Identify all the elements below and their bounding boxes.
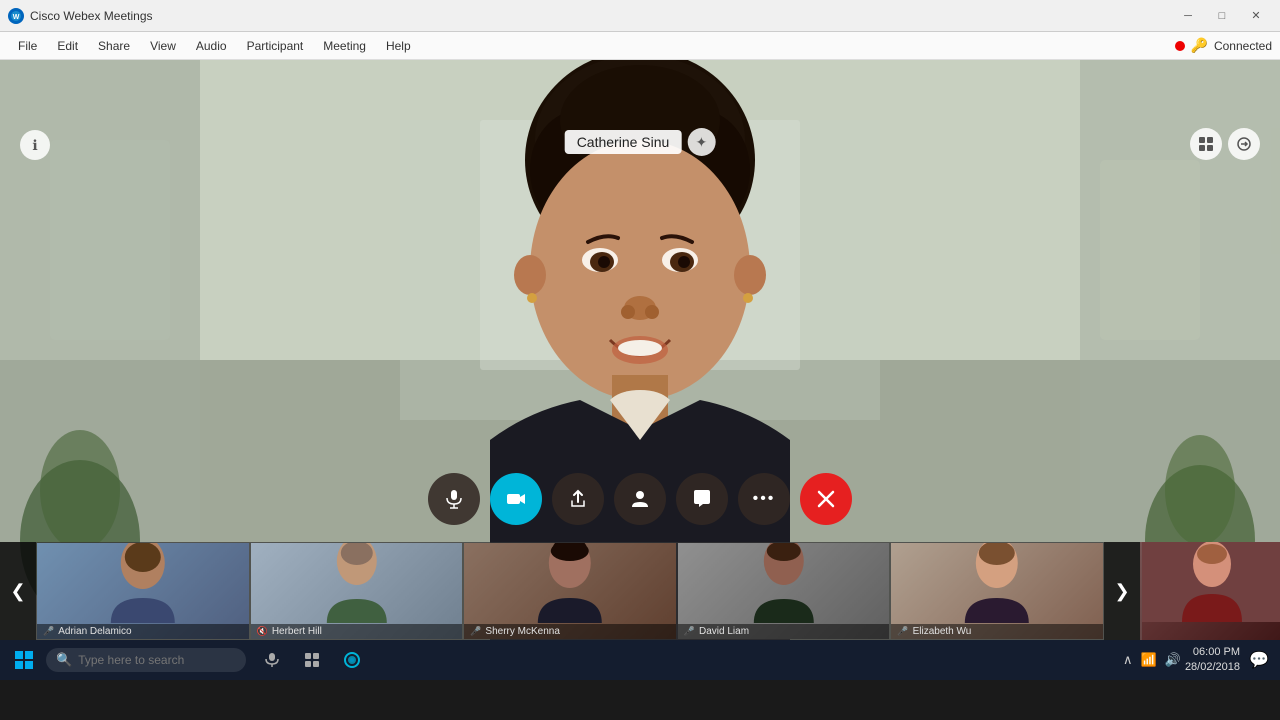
menu-edit[interactable]: Edit	[47, 35, 88, 57]
status-lock-icon: 🔑	[1191, 37, 1208, 54]
end-call-button[interactable]	[800, 473, 852, 525]
chat-button[interactable]	[676, 473, 728, 525]
mic-on-icon-4: 🎤	[684, 626, 695, 637]
layout-button[interactable]	[1190, 128, 1222, 160]
participant-name-5: Elizabeth Wu	[913, 626, 972, 637]
clock-time: 06:00 PM	[1185, 645, 1240, 660]
mic-on-icon-5: 🎤	[897, 626, 908, 637]
participant-name-1: Adrian Delamico	[58, 626, 131, 637]
participant-name-2: Herbert Hill	[272, 626, 322, 637]
video-button[interactable]	[490, 473, 542, 525]
menu-meeting[interactable]: Meeting	[313, 35, 376, 57]
participant-strip: ❮ 🎤 Adrian Delamico	[0, 542, 1280, 640]
titlebar: W Cisco Webex Meetings ─ □ ✕	[0, 0, 1280, 32]
next-participant-button[interactable]: ❯	[1104, 542, 1140, 640]
mic-muted-icon-2: 🔇	[257, 626, 268, 637]
top-right-controls	[1190, 128, 1260, 160]
participants-list: 🎤 Adrian Delamico 🔇 Herbert Hill	[36, 542, 1104, 640]
participant-name-bar-2: 🔇 Herbert Hill	[251, 624, 463, 639]
app-icon: W	[8, 8, 24, 24]
pin-icon: ✦	[695, 134, 707, 151]
tray-network-icon[interactable]: 📶	[1141, 652, 1157, 668]
maximize-button[interactable]: □	[1206, 5, 1238, 27]
menu-share[interactable]: Share	[88, 35, 140, 57]
start-button[interactable]	[6, 642, 42, 678]
mic-on-icon-1: 🎤	[43, 626, 54, 637]
main-video: ℹ Catherine Sinu ✦	[0, 60, 1280, 640]
menu-help[interactable]: Help	[376, 35, 421, 57]
menu-view[interactable]: View	[140, 35, 186, 57]
tray-volume-icon[interactable]: 🔊	[1165, 652, 1181, 668]
self-view	[1140, 542, 1280, 640]
participant-thumb-2[interactable]: 🔇 Herbert Hill	[250, 542, 464, 640]
info-button[interactable]: ℹ	[20, 130, 50, 160]
taskbar-windows-icon[interactable]	[294, 642, 330, 678]
share-button[interactable]	[552, 473, 604, 525]
participant-name-4: David Liam	[699, 626, 749, 637]
taskbar-icons	[254, 642, 370, 678]
menu-audio[interactable]: Audio	[186, 35, 237, 57]
participant-name-bar-3: 🎤 Sherry McKenna	[464, 624, 676, 639]
app-title: Cisco Webex Meetings	[30, 9, 1172, 23]
status-dot	[1175, 41, 1185, 51]
system-tray: ∧ 📶 🔊 06:00 PM 28/02/2018 💬	[1123, 642, 1274, 678]
taskbar: 🔍	[0, 640, 1280, 680]
taskbar-cortana-icon[interactable]	[334, 642, 370, 678]
swap-button[interactable]	[1228, 128, 1260, 160]
participant-thumb-1[interactable]: 🎤 Adrian Delamico	[36, 542, 250, 640]
info-icon: ℹ	[32, 137, 37, 154]
statusbar: 🔑 Connected	[1175, 37, 1272, 54]
tray-expand-icon[interactable]: ∧	[1123, 652, 1133, 668]
clock-date: 28/02/2018	[1185, 660, 1240, 675]
menu-participant[interactable]: Participant	[237, 35, 314, 57]
mute-button[interactable]	[428, 473, 480, 525]
participant-thumb-5[interactable]: 🎤 Elizabeth Wu	[890, 542, 1104, 640]
participant-name-bar-1: 🎤 Adrian Delamico	[37, 624, 249, 639]
close-button[interactable]: ✕	[1240, 5, 1272, 27]
participant-name-bar-4: 🎤 David Liam	[678, 624, 890, 639]
participant-thumb-3[interactable]: 🎤 Sherry McKenna	[463, 542, 677, 640]
more-button[interactable]: •••	[738, 473, 790, 525]
pin-speaker-button[interactable]: ✦	[687, 128, 715, 156]
speaker-name-tag: Catherine Sinu ✦	[565, 128, 716, 156]
participant-name-bar-5: 🎤 Elizabeth Wu	[891, 624, 1103, 639]
participant-thumb-4[interactable]: 🎤 David Liam	[677, 542, 891, 640]
minimize-button[interactable]: ─	[1172, 5, 1204, 27]
search-icon: 🔍	[56, 652, 72, 668]
svg-text:W: W	[13, 14, 20, 21]
prev-participant-button[interactable]: ❮	[0, 542, 36, 640]
taskbar-mic-icon[interactable]	[254, 642, 290, 678]
status-label: Connected	[1214, 39, 1272, 53]
speaker-name-label: Catherine Sinu	[565, 130, 682, 154]
menu-file[interactable]: File	[8, 35, 47, 57]
clock[interactable]: 06:00 PM 28/02/2018	[1185, 645, 1240, 676]
participants-button[interactable]	[614, 473, 666, 525]
search-bar[interactable]: 🔍	[46, 648, 246, 672]
meeting-controls: •••	[428, 473, 852, 525]
notification-button[interactable]: 💬	[1244, 642, 1274, 678]
mic-on-icon-3: 🎤	[470, 626, 481, 637]
menubar: File Edit Share View Audio Participant M…	[0, 32, 1280, 60]
window-controls: ─ □ ✕	[1172, 5, 1272, 27]
participant-name-3: Sherry McKenna	[485, 626, 559, 637]
search-input[interactable]	[78, 653, 218, 667]
tray-icons: ∧ 📶 🔊	[1123, 652, 1181, 668]
